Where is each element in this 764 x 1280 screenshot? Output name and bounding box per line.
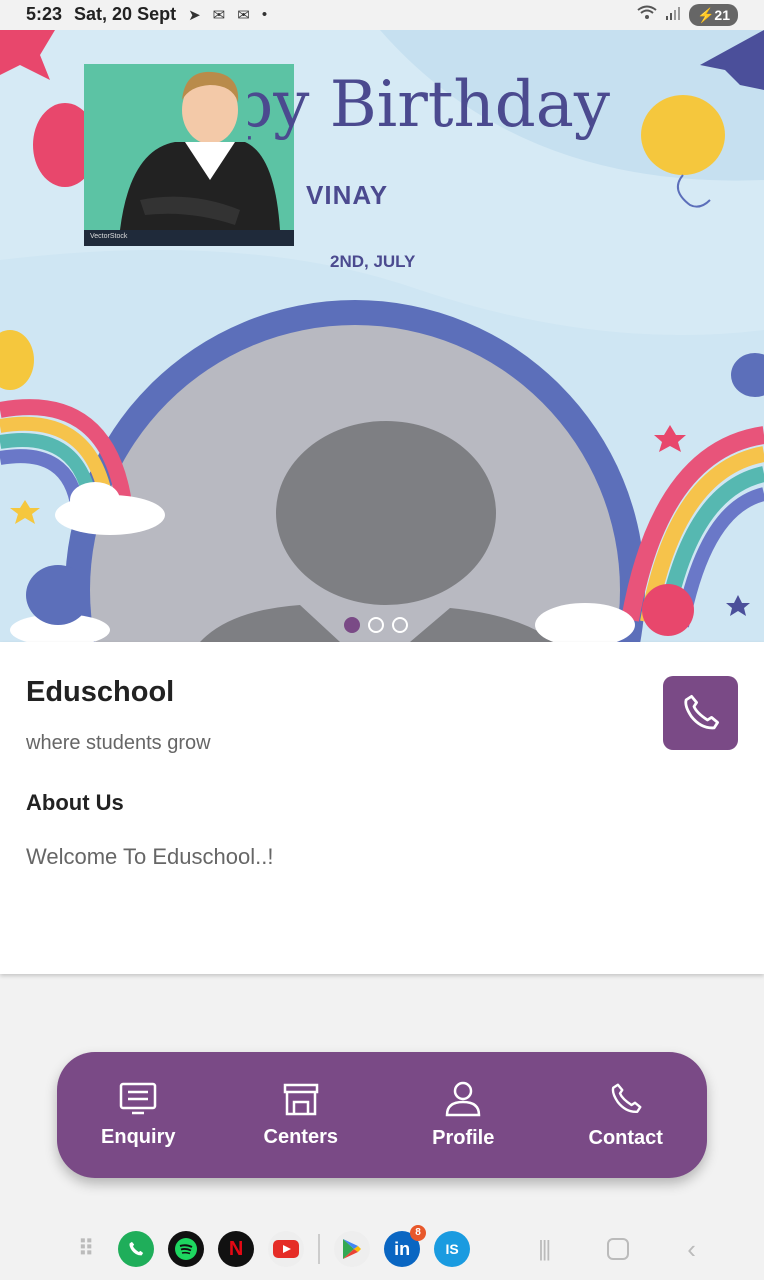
banner-carousel[interactable]: Happy Birthday VINAY 2ND, JULY VectorSto… — [0, 30, 764, 642]
nav-enquiry[interactable]: Enquiry — [68, 1082, 208, 1149]
message-icon: ✉ — [212, 6, 226, 24]
school-tagline: where students grow — [26, 732, 211, 754]
spotify-icon[interactable] — [168, 1231, 205, 1267]
nav-centers[interactable]: Centers — [231, 1082, 371, 1149]
banner-date: 2ND, JULY — [330, 252, 416, 271]
store-icon — [283, 1083, 318, 1115]
dot-icon: • — [261, 6, 268, 23]
phone-icon[interactable] — [118, 1231, 155, 1267]
status-date: Sat, 20 Sept — [74, 4, 177, 24]
school-info-card: Eduschool where students grow About Us W… — [0, 642, 764, 974]
youtube-icon[interactable] — [268, 1231, 305, 1267]
nav-profile[interactable]: Profile — [393, 1081, 533, 1150]
telegram-icon: ➤ — [188, 6, 201, 24]
nav-enquiry-label: Enquiry — [101, 1125, 176, 1148]
linkedin-icon[interactable]: in 8 — [384, 1225, 427, 1267]
banner-name: VINAY — [306, 180, 389, 210]
banner-heading: Happy Birthday — [248, 68, 610, 142]
user-icon — [445, 1081, 481, 1116]
carousel-indicator — [344, 617, 408, 633]
play-store-icon[interactable] — [334, 1231, 371, 1267]
nav-contact[interactable]: Contact — [556, 1081, 696, 1150]
signal-icon — [665, 5, 681, 26]
wifi-icon — [637, 5, 657, 26]
call-button[interactable] — [663, 676, 738, 750]
carousel-dot[interactable] — [344, 617, 360, 633]
nav-centers-label: Centers — [263, 1125, 338, 1148]
is-icon[interactable]: IS — [434, 1231, 471, 1267]
about-text: Welcome To Eduschool..! — [26, 844, 274, 869]
linkedin-glyph: in — [394, 1238, 411, 1259]
status-time: 5:23 — [26, 4, 63, 24]
monitor-list-icon — [120, 1082, 157, 1114]
home-icon[interactable] — [607, 1238, 630, 1260]
netflix-icon[interactable]: N — [218, 1231, 255, 1267]
nav-profile-label: Profile — [432, 1126, 495, 1149]
phone-icon — [683, 694, 719, 730]
school-name: Eduschool — [26, 676, 175, 708]
notification-badge: 8 — [410, 1225, 427, 1241]
carousel-dot[interactable] — [392, 617, 408, 633]
bottom-navigation: Enquiry Centers Profile Contact — [57, 1052, 707, 1178]
nav-contact-label: Contact — [588, 1126, 663, 1149]
back-icon[interactable]: ‹ — [687, 1234, 696, 1265]
phone-icon — [611, 1083, 642, 1113]
photo-watermark: VectorStock — [90, 233, 128, 240]
system-dock: ⠿ N in 8 IS ||| ‹ — [0, 1218, 764, 1280]
about-title: About Us — [26, 790, 124, 815]
grid-icon[interactable]: ⠿ — [68, 1231, 104, 1267]
battery-indicator: ⚡21 — [688, 4, 738, 26]
carousel-dot[interactable] — [368, 617, 384, 633]
message-icon: ✉ — [237, 6, 250, 24]
dock-separator — [318, 1234, 321, 1264]
recents-icon[interactable]: ||| — [538, 1236, 551, 1262]
battery-level: 21 — [714, 7, 730, 23]
status-bar: 5:23 Sat, 20 Sept ➤ ✉ ✉ • ⚡21 — [0, 0, 764, 30]
